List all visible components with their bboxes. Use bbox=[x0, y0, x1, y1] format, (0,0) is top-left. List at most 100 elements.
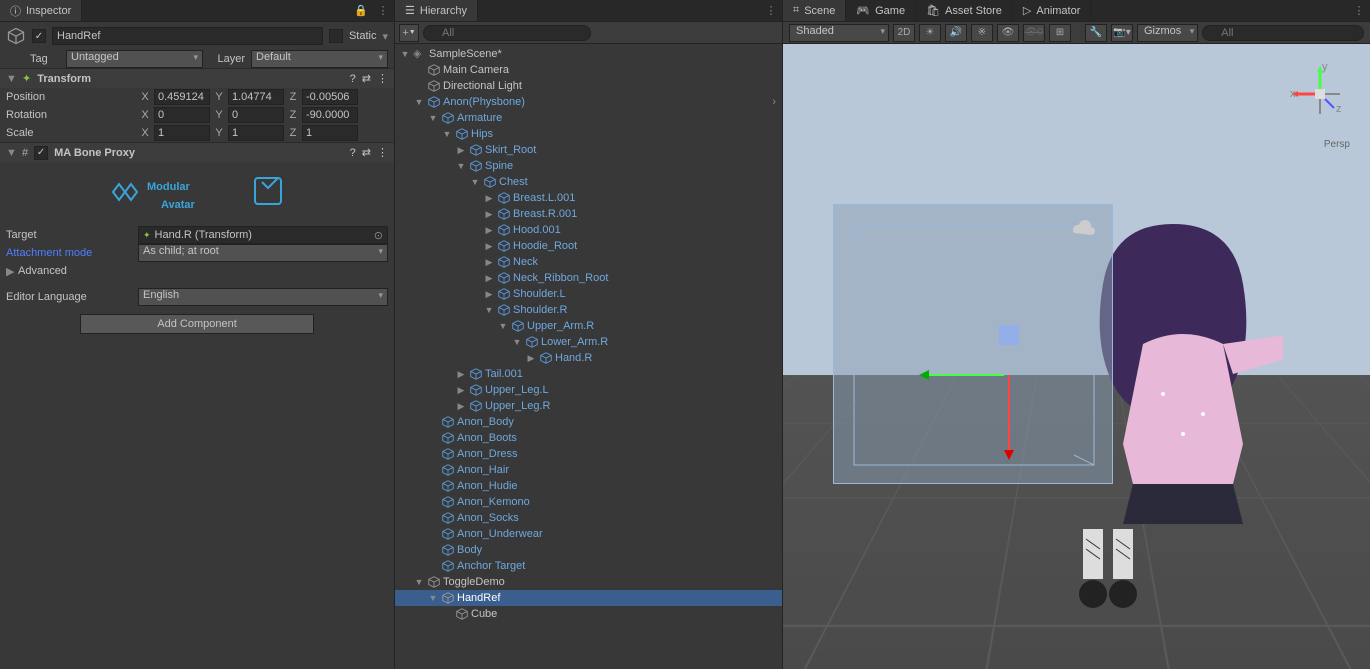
scale-z[interactable] bbox=[302, 125, 358, 141]
object-picker-icon[interactable]: ⊙ bbox=[374, 229, 383, 242]
gameobject-name-field[interactable] bbox=[52, 27, 323, 45]
tree-row[interactable]: ▶Shoulder.L bbox=[395, 286, 782, 302]
tree-row[interactable]: ▼Anon(Physbone)› bbox=[395, 94, 782, 110]
tree-row[interactable]: ▼Hips bbox=[395, 126, 782, 142]
foldout-icon[interactable]: ▼ bbox=[497, 321, 509, 331]
scene-tools-icon[interactable]: 🔧 bbox=[1085, 24, 1107, 42]
foldout-icon[interactable]: ▶ bbox=[6, 265, 16, 278]
tree-row[interactable]: Anon_Hair bbox=[395, 462, 782, 478]
prefab-arrow-icon[interactable]: › bbox=[772, 96, 782, 108]
transform-header[interactable]: ▼ ✦ Transform ? ⇄ ⋮ bbox=[0, 68, 394, 88]
tab-assetstore[interactable]: 🛍Asset Store bbox=[916, 0, 1013, 21]
hierarchy-tab[interactable]: ☰ Hierarchy bbox=[395, 0, 478, 21]
create-button[interactable]: +▼ bbox=[399, 24, 419, 42]
help-icon[interactable]: ? bbox=[350, 147, 356, 159]
foldout-icon[interactable]: ▶ bbox=[455, 385, 467, 396]
tree-row[interactable]: Anchor Target bbox=[395, 558, 782, 574]
tree-row[interactable]: ▼Armature bbox=[395, 110, 782, 126]
tab-scene[interactable]: ⌗Scene bbox=[783, 0, 846, 21]
component-menu-icon[interactable]: ⋮ bbox=[377, 146, 388, 159]
scene-hidden-icon[interactable]: 👁 bbox=[997, 24, 1019, 42]
editor-language-dropdown[interactable]: English bbox=[138, 288, 388, 306]
hierarchy-tree[interactable]: ▼◈SampleScene*Main CameraDirectional Lig… bbox=[395, 44, 782, 669]
orientation-gizmo[interactable]: y x z bbox=[1290, 64, 1350, 124]
foldout-icon[interactable]: ▼ bbox=[511, 337, 523, 347]
target-objectfield[interactable]: ✦ Hand.R (Transform) ⊙ bbox=[138, 226, 388, 244]
attachment-mode-dropdown[interactable]: As child; at root bbox=[138, 244, 388, 262]
scene-camera-icon[interactable]: 📷▾ bbox=[1111, 24, 1133, 42]
projection-label[interactable]: Persp bbox=[1324, 139, 1350, 150]
lock-icon[interactable]: 🔒 bbox=[350, 0, 372, 21]
tree-row[interactable]: ▶Hood.001 bbox=[395, 222, 782, 238]
tree-row[interactable]: Anon_Kemono bbox=[395, 494, 782, 510]
foldout-icon[interactable]: ▼ bbox=[6, 147, 16, 159]
foldout-icon[interactable]: ▶ bbox=[455, 401, 467, 412]
position-z[interactable] bbox=[302, 89, 358, 105]
scene-visibility-icon[interactable]: 👁0 bbox=[1023, 24, 1045, 42]
tree-row[interactable]: Anon_Boots bbox=[395, 430, 782, 446]
foldout-icon[interactable]: ▶ bbox=[483, 257, 495, 268]
tag-dropdown[interactable]: Untagged bbox=[66, 50, 203, 68]
help-icon[interactable]: ? bbox=[350, 73, 356, 85]
rotation-y[interactable] bbox=[228, 107, 284, 123]
foldout-icon[interactable]: ▶ bbox=[483, 289, 495, 300]
advanced-label[interactable]: Advanced bbox=[18, 265, 67, 277]
add-component-button[interactable]: Add Component bbox=[80, 314, 314, 334]
tree-row[interactable]: Anon_Hudie bbox=[395, 478, 782, 494]
tree-row[interactable]: Anon_Socks bbox=[395, 510, 782, 526]
tree-row[interactable]: Anon_Dress bbox=[395, 446, 782, 462]
inspector-tab[interactable]: ⓘ Inspector bbox=[0, 0, 82, 21]
foldout-icon[interactable]: ▼ bbox=[427, 113, 439, 123]
tree-row[interactable]: ▶Skirt_Root bbox=[395, 142, 782, 158]
foldout-icon[interactable]: ▶ bbox=[455, 369, 467, 380]
tree-row[interactable]: Main Camera bbox=[395, 62, 782, 78]
scene-audio-icon[interactable]: 🔊 bbox=[945, 24, 967, 42]
shading-mode-dropdown[interactable]: Shaded bbox=[789, 24, 889, 42]
tab-game[interactable]: 🎮Game bbox=[846, 0, 916, 21]
rotation-x[interactable] bbox=[154, 107, 210, 123]
foldout-icon[interactable]: ▶ bbox=[483, 225, 495, 236]
rotation-z[interactable] bbox=[302, 107, 358, 123]
component-menu-icon[interactable]: ⋮ bbox=[377, 72, 388, 85]
panel-menu-icon[interactable]: ⋮ bbox=[372, 0, 394, 21]
position-y[interactable] bbox=[228, 89, 284, 105]
foldout-icon[interactable]: ▶ bbox=[483, 209, 495, 220]
tree-row[interactable]: ▼◈SampleScene* bbox=[395, 46, 782, 62]
tree-row[interactable]: ▶Breast.L.001 bbox=[395, 190, 782, 206]
tree-row[interactable]: Directional Light bbox=[395, 78, 782, 94]
tree-row[interactable]: ▼HandRef bbox=[395, 590, 782, 606]
tree-row[interactable]: Anon_Underwear bbox=[395, 526, 782, 542]
scale-x[interactable] bbox=[154, 125, 210, 141]
foldout-icon[interactable]: ▼ bbox=[455, 161, 467, 171]
layer-dropdown[interactable]: Default bbox=[251, 50, 388, 68]
foldout-icon[interactable]: ▼ bbox=[413, 97, 425, 107]
tree-row[interactable]: ▼Upper_Arm.R bbox=[395, 318, 782, 334]
scene-grid-icon[interactable]: ⊞ bbox=[1049, 24, 1071, 42]
scene-fx-icon[interactable]: ※ bbox=[971, 24, 993, 42]
gameobject-enabled-checkbox[interactable] bbox=[32, 29, 46, 43]
gizmos-dropdown[interactable]: Gizmos bbox=[1137, 24, 1198, 42]
panel-menu-icon[interactable]: ⋮ bbox=[1348, 0, 1370, 21]
scene-viewport[interactable]: y x z Persp bbox=[783, 44, 1370, 669]
tree-row[interactable]: ▶Tail.001 bbox=[395, 366, 782, 382]
tree-row[interactable]: ▶Hand.R bbox=[395, 350, 782, 366]
boneproxy-header[interactable]: ▼ # MA Bone Proxy ? ⇄ ⋮ bbox=[0, 142, 394, 162]
tree-row[interactable]: ▶Neck bbox=[395, 254, 782, 270]
foldout-icon[interactable]: ▼ bbox=[399, 49, 411, 59]
foldout-icon[interactable]: ▼ bbox=[6, 73, 16, 85]
tree-row[interactable]: Cube bbox=[395, 606, 782, 622]
preset-icon[interactable]: ⇄ bbox=[362, 72, 371, 85]
foldout-icon[interactable]: ▼ bbox=[483, 305, 495, 315]
tree-row[interactable]: ▶Hoodie_Root bbox=[395, 238, 782, 254]
foldout-icon[interactable]: ▼ bbox=[413, 577, 425, 587]
hierarchy-search-input[interactable] bbox=[423, 25, 591, 41]
foldout-icon[interactable]: ▼ bbox=[441, 129, 453, 139]
tab-animator[interactable]: ▷Animator bbox=[1013, 0, 1092, 21]
foldout-icon[interactable]: ▶ bbox=[455, 145, 467, 156]
boneproxy-enabled-checkbox[interactable] bbox=[34, 146, 48, 160]
tree-row[interactable]: ▶Upper_Leg.L bbox=[395, 382, 782, 398]
tree-row[interactable]: ▼ToggleDemo bbox=[395, 574, 782, 590]
static-dropdown-icon[interactable]: ▾ bbox=[382, 30, 388, 43]
foldout-icon[interactable]: ▼ bbox=[469, 177, 481, 187]
panel-menu-icon[interactable]: ⋮ bbox=[760, 0, 782, 21]
